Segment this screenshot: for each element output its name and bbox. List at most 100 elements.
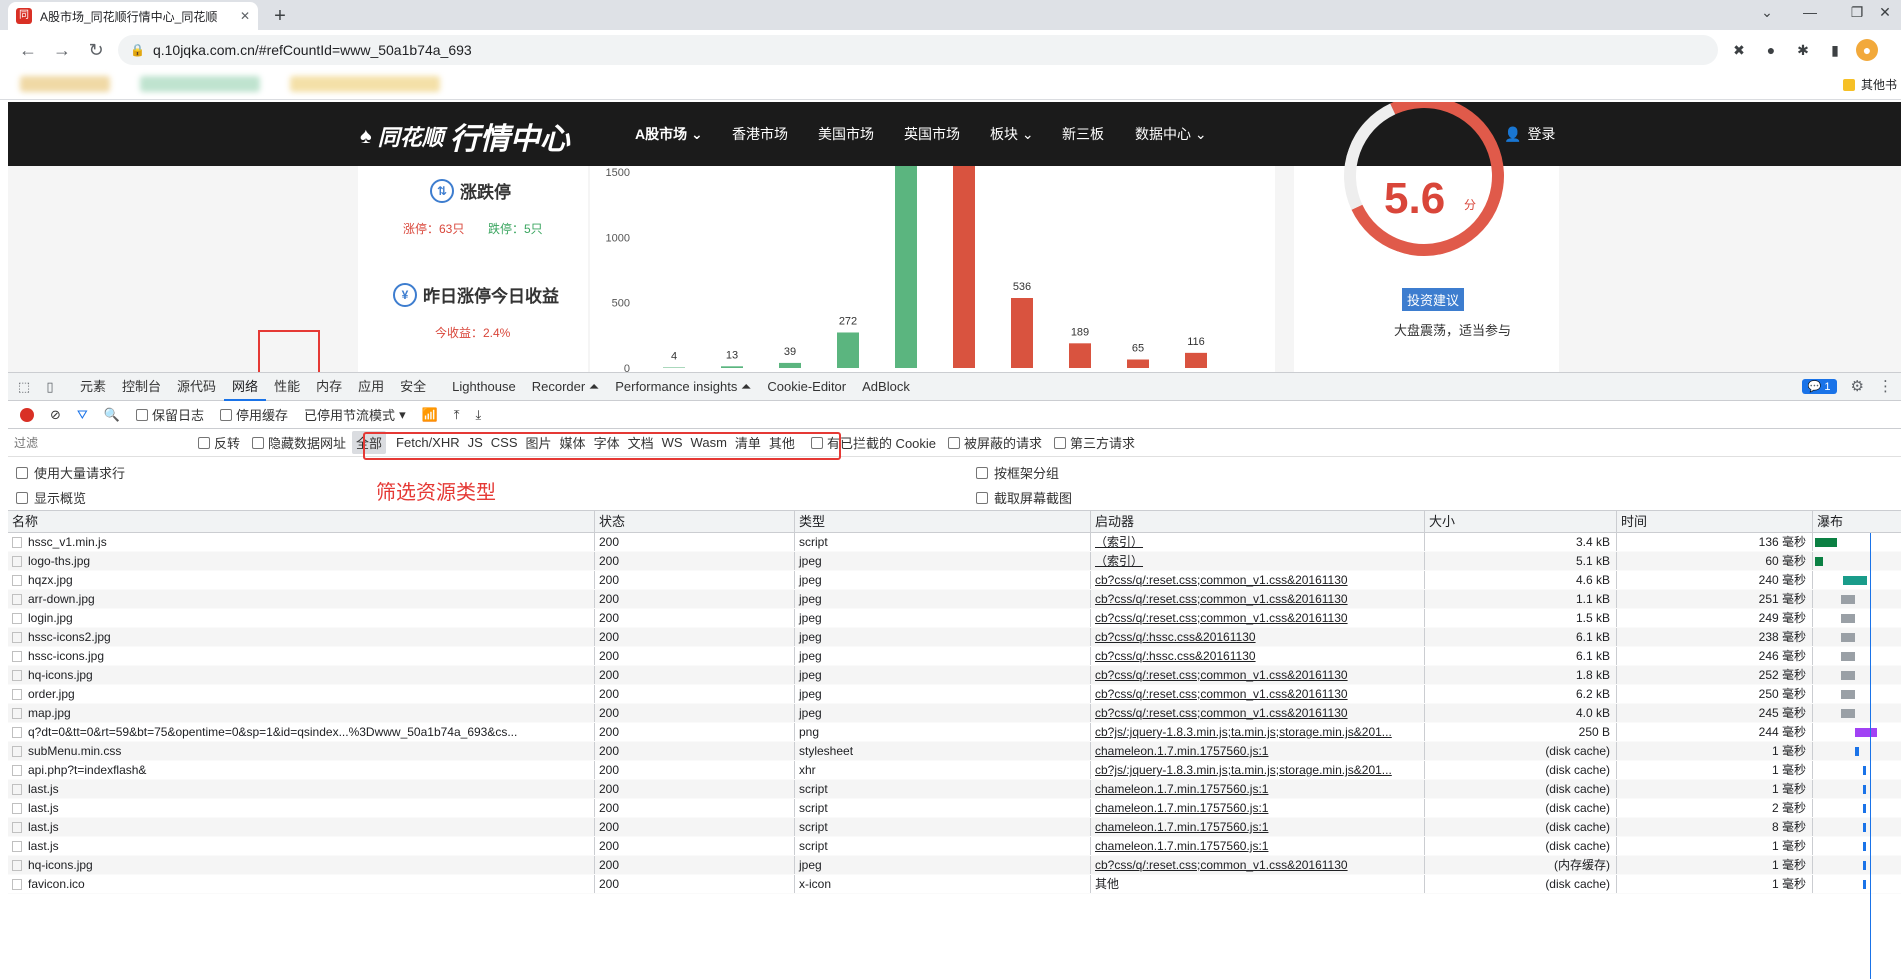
big-rows-checkbox[interactable]: 使用大量请求行 <box>16 463 125 482</box>
request-initiator[interactable]: chameleon.1.7.min.1757560.js:1 <box>1091 799 1425 817</box>
filter-icon[interactable]: ⛛ <box>71 407 94 423</box>
table-row[interactable]: logo-ths.jpg 200 jpeg （索引） 5.1 kB 60 毫秒 <box>8 552 1901 571</box>
table-row[interactable]: map.jpg 200 jpeg cb?css/q/:reset.css;common… <box>8 704 1901 723</box>
nav-us[interactable]: 美国市场 <box>818 124 874 144</box>
url-text[interactable]: q.10jqka.com.cn/#refCountId=www_50a1b74a… <box>153 42 472 58</box>
request-initiator[interactable]: cb?js/:jquery-1.8.3.min.js;ta.min.js;sto… <box>1091 723 1425 741</box>
tab-recorder[interactable]: Recorder ⏶ <box>524 373 607 401</box>
table-row[interactable]: order.jpg 200 jpeg cb?css/q/:reset.css;comm… <box>8 685 1901 704</box>
filter-input[interactable] <box>12 432 192 453</box>
chart-bar[interactable] <box>1185 352 1207 368</box>
request-initiator[interactable]: cb?css/q/:hssc.css&20161130 <box>1091 628 1425 646</box>
table-row[interactable]: q?dt=0&tt=0&rt=59&bt=75&opentime=0&sp=1&… <box>8 723 1901 742</box>
tab-sources[interactable]: 源代码 <box>169 373 224 401</box>
request-initiator[interactable]: chameleon.1.7.min.1757560.js:1 <box>1091 742 1425 760</box>
nav-sector[interactable]: 板块 ⌄ <box>990 124 1034 144</box>
chart-bar[interactable] <box>663 367 685 368</box>
lock-icon[interactable]: 🔒 <box>130 43 145 57</box>
issues-badge[interactable]: 💬 1 <box>1801 378 1837 394</box>
close-tab-icon[interactable]: ✕ <box>240 9 250 23</box>
table-row[interactable]: arr-down.jpg 200 jpeg cb?css/q/:reset.css;c… <box>8 590 1901 609</box>
tab-console[interactable]: 控制台 <box>114 373 169 401</box>
tab-performance-insights[interactable]: Performance insights ⏶ <box>607 373 759 401</box>
investment-advice-badge[interactable]: 投资建议 <box>1402 288 1465 311</box>
blurred-bookmark[interactable] <box>20 76 110 92</box>
request-initiator[interactable]: （索引） <box>1091 533 1425 551</box>
site-logo[interactable]: ♠ 同花顺 行情中心 <box>360 114 570 158</box>
table-row[interactable]: hq-icons.jpg 200 jpeg cb?css/q/:reset.css;c… <box>8 666 1901 685</box>
table-row[interactable]: hq-icons.jpg 200 jpeg cb?css/q/:reset.css;c… <box>8 856 1901 875</box>
table-row[interactable]: hssc_v1.min.js 200 script （索引） 3.4 kB 136 毫秒 <box>8 533 1901 552</box>
show-overview-checkbox[interactable]: 显示概览 <box>16 488 86 507</box>
col-time[interactable]: 时间 <box>1617 511 1813 532</box>
record-icon[interactable] <box>20 407 34 422</box>
request-initiator[interactable]: cb?css/q/:reset.css;common_v1.css&201611… <box>1091 856 1425 874</box>
settings-gear-icon[interactable]: ⚙ <box>1851 377 1864 395</box>
col-name[interactable]: 名称 <box>8 511 595 532</box>
new-tab-button[interactable]: + <box>268 4 292 28</box>
table-row[interactable]: api.php?t=indexflash& 200 xhr cb?js/:jquery… <box>8 761 1901 780</box>
blurred-bookmark[interactable] <box>140 76 260 92</box>
request-initiator[interactable]: cb?css/q/:reset.css;common_v1.css&201611… <box>1091 685 1425 703</box>
table-row[interactable]: last.js 200 script chameleon.1.7.min.175756… <box>8 799 1901 818</box>
nav-new-otc[interactable]: 新三板 <box>1062 124 1104 144</box>
tab-lighthouse[interactable]: Lighthouse <box>444 373 524 401</box>
export-har-icon[interactable]: ⤓ <box>470 407 488 423</box>
reload-icon[interactable]: ↻ <box>82 36 110 64</box>
nav-uk[interactable]: 英国市场 <box>904 124 960 144</box>
omnibox[interactable]: 🔒 q.10jqka.com.cn/#refCountId=www_50a1b7… <box>118 35 1718 65</box>
nav-a-share[interactable]: A股市场 ⌄ <box>635 124 703 144</box>
request-initiator[interactable]: cb?css/q/:reset.css;common_v1.css&201611… <box>1091 590 1425 608</box>
nav-data-center[interactable]: 数据中心 ⌄ <box>1135 124 1207 144</box>
col-initiator[interactable]: 启动器 <box>1091 511 1425 532</box>
forward-icon[interactable]: → <box>48 36 76 64</box>
request-initiator[interactable]: cb?css/q/:reset.css;common_v1.css&201611… <box>1091 609 1425 627</box>
inspect-element-icon[interactable]: ⬚ <box>14 377 34 397</box>
request-initiator[interactable]: chameleon.1.7.min.1757560.js:1 <box>1091 780 1425 798</box>
puzzle-icon[interactable]: ✱ <box>1792 39 1814 61</box>
table-row[interactable]: subMenu.min.css 200 stylesheet chameleon.1.… <box>8 742 1901 761</box>
request-initiator[interactable]: cb?css/q/:reset.css;common_v1.css&201611… <box>1091 571 1425 589</box>
avatar[interactable]: ● <box>1856 39 1878 61</box>
chart-bar[interactable] <box>1011 298 1033 368</box>
limit-down-count[interactable]: 跌停：5只 <box>488 220 543 237</box>
chart-bar[interactable] <box>1069 343 1091 368</box>
restore-icon[interactable]: ❐ <box>1842 4 1872 21</box>
profile-extension-icon[interactable]: ● <box>1760 39 1782 61</box>
tab-application[interactable]: 应用 <box>350 373 392 401</box>
back-icon[interactable]: ← <box>14 36 42 64</box>
tab-memory[interactable]: 内存 <box>308 373 350 401</box>
preserve-log-checkbox[interactable]: 保留日志 <box>130 405 210 424</box>
extension-icon[interactable]: ✖ <box>1728 39 1750 61</box>
col-waterfall[interactable]: 瀑布 <box>1813 511 1901 532</box>
import-har-icon[interactable]: ⤒ <box>448 407 466 423</box>
table-row[interactable]: last.js 200 script chameleon.1.7.min.175756… <box>8 837 1901 856</box>
blurred-bookmark[interactable] <box>290 76 440 92</box>
request-initiator[interactable]: cb?css/q/:hssc.css&20161130 <box>1091 647 1425 665</box>
capture-screenshots-checkbox[interactable]: 截取屏幕截图 <box>976 488 1072 507</box>
other-bookmarks[interactable]: 其他书 <box>1842 76 1897 93</box>
table-row[interactable]: last.js 200 script chameleon.1.7.min.175756… <box>8 818 1901 837</box>
minimize-icon[interactable]: — <box>1795 4 1825 20</box>
chart-bar[interactable] <box>837 332 859 368</box>
request-initiator[interactable]: chameleon.1.7.min.1757560.js:1 <box>1091 818 1425 836</box>
table-row[interactable]: favicon.ico 200 x-icon 其他 (disk cache) 1 毫秒 <box>8 875 1901 894</box>
tab-adblock[interactable]: AdBlock <box>854 373 918 401</box>
hide-data-urls-checkbox[interactable]: 隐藏数据网址 <box>246 433 352 452</box>
search-icon[interactable]: 🔍 <box>98 407 126 423</box>
browser-tab[interactable]: 同 A股市场_同花顺行情中心_同花顺 ✕ <box>8 2 258 30</box>
device-toolbar-icon[interactable]: ▯ <box>40 377 60 397</box>
tab-search-icon[interactable]: ⌄ <box>1752 4 1782 21</box>
chart-bar[interactable] <box>1127 359 1149 368</box>
request-initiator[interactable]: cb?css/q/:reset.css;common_v1.css&201611… <box>1091 704 1425 722</box>
nav-hk[interactable]: 香港市场 <box>732 124 788 144</box>
more-options-icon[interactable]: ⋮ <box>1878 377 1893 395</box>
col-type[interactable]: 类型 <box>795 511 1091 532</box>
tab-elements[interactable]: 元素 <box>72 373 114 401</box>
limit-up-count[interactable]: 涨停：63只 <box>403 220 464 237</box>
table-row[interactable]: hssc-icons2.jpg 200 jpeg cb?css/q/:hssc.css… <box>8 628 1901 647</box>
request-initiator[interactable]: cb?js/:jquery-1.8.3.min.js;ta.min.js;sto… <box>1091 761 1425 779</box>
table-row[interactable]: login.jpg 200 jpeg cb?css/q/:reset.css;comm… <box>8 609 1901 628</box>
table-row[interactable]: hssc-icons.jpg 200 jpeg cb?css/q/:hssc.css&… <box>8 647 1901 666</box>
invert-checkbox[interactable]: 反转 <box>192 433 246 452</box>
